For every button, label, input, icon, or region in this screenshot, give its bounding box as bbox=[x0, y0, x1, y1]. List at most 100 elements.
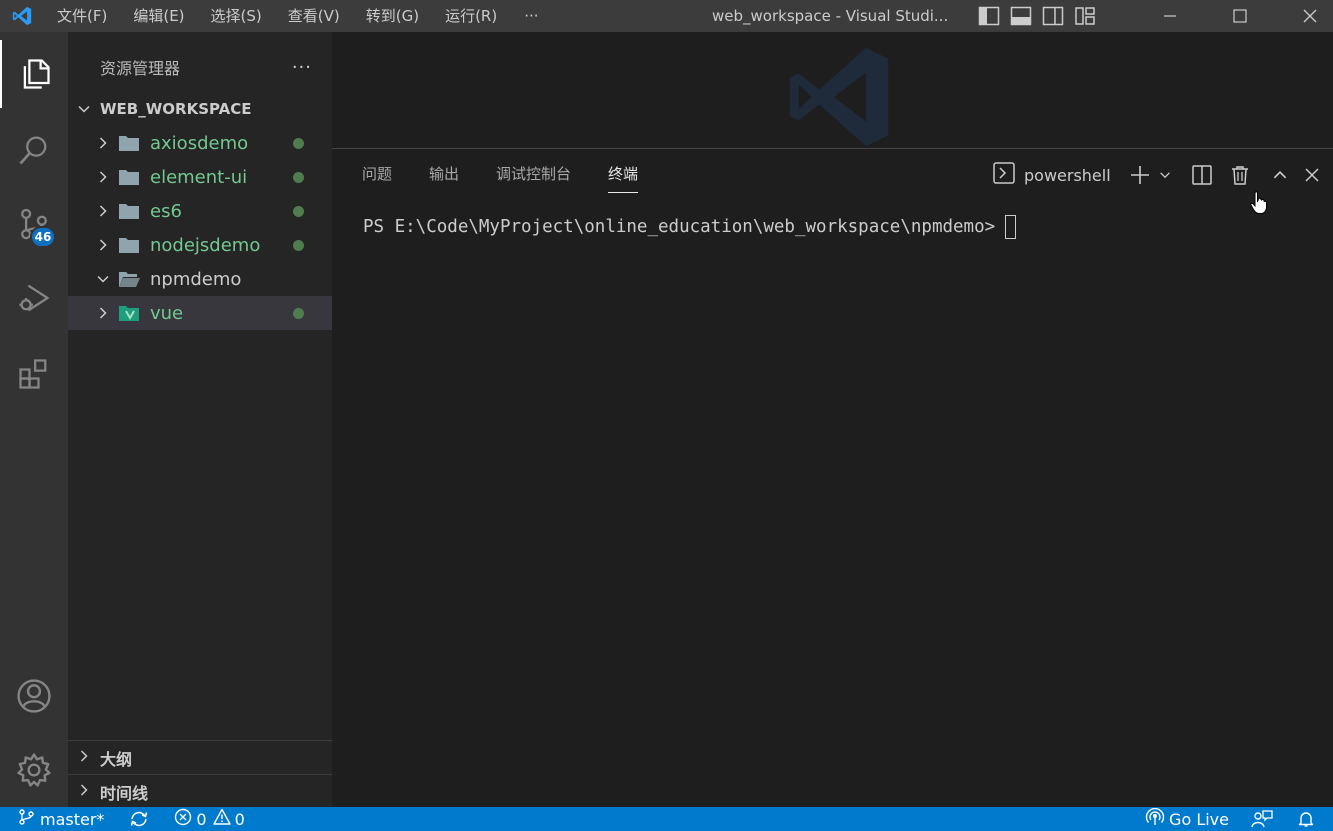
chevron-right-icon bbox=[88, 135, 118, 151]
workspace-section-header[interactable]: WEB_WORKSPACE bbox=[68, 100, 332, 118]
menu-go[interactable]: 转到(G) bbox=[353, 0, 432, 32]
tree-item-es6[interactable]: es6 bbox=[68, 194, 332, 228]
maximize-icon[interactable] bbox=[1217, 0, 1263, 32]
bottom-panel: 问题 输出 调试控制台 终端 powershell PS E:\Code\MyP… bbox=[332, 148, 1333, 807]
git-branch-icon bbox=[18, 808, 36, 830]
window-title: web_workspace - Visual Studi... bbox=[712, 7, 949, 25]
git-modified-dot bbox=[293, 137, 304, 149]
vscode-logo-icon bbox=[0, 0, 44, 32]
split-terminal-icon[interactable] bbox=[1187, 161, 1217, 189]
title-bar: 文件(F) 编辑(E) 选择(S) 查看(V) 转到(G) 运行(R) ··· … bbox=[0, 0, 1333, 32]
menu-run[interactable]: 运行(R) bbox=[432, 0, 510, 32]
workspace-title: WEB_WORKSPACE bbox=[100, 100, 252, 118]
chevron-right-icon bbox=[76, 748, 100, 768]
terminal-name: powershell bbox=[1024, 165, 1111, 185]
tree-item-element-ui[interactable]: element-ui bbox=[68, 160, 332, 194]
chevron-down-icon bbox=[88, 271, 118, 287]
tree-item-npmdemo[interactable]: npmdemo bbox=[68, 262, 332, 296]
chevron-right-icon bbox=[88, 237, 118, 253]
mouse-pointer-icon bbox=[1250, 191, 1268, 219]
error-icon bbox=[174, 808, 192, 830]
activity-bar: 46 bbox=[0, 32, 68, 807]
status-bar: master* 0 0 Go Live bbox=[0, 807, 1333, 831]
menu-view[interactable]: 查看(V) bbox=[275, 0, 353, 32]
tree-item-vue[interactable]: vue bbox=[68, 296, 332, 330]
layout-controls bbox=[977, 6, 1097, 26]
menu-file[interactable]: 文件(F) bbox=[44, 0, 120, 32]
tab-problems[interactable]: 问题 bbox=[362, 163, 392, 193]
tree-item-nodejsdemo[interactable]: nodejsdemo bbox=[68, 228, 332, 262]
run-debug-icon[interactable] bbox=[0, 264, 68, 332]
chevron-right-icon bbox=[76, 782, 100, 802]
tree-item-label: es6 bbox=[150, 200, 182, 222]
tree-item-axiosdemo[interactable]: axiosdemo bbox=[68, 126, 332, 160]
sync-icon[interactable] bbox=[128, 807, 150, 831]
terminal-selector[interactable]: powershell bbox=[992, 161, 1111, 189]
sidebar-header: 资源管理器 ··· bbox=[68, 32, 332, 102]
terminal-cursor bbox=[1005, 215, 1017, 239]
tab-debug-console[interactable]: 调试控制台 bbox=[496, 163, 571, 193]
explorer-icon[interactable] bbox=[0, 40, 68, 108]
account-icon[interactable] bbox=[0, 662, 68, 730]
toggle-secondary-sidebar-icon[interactable] bbox=[1041, 6, 1065, 26]
tab-output[interactable]: 输出 bbox=[429, 163, 459, 193]
chevron-down-icon bbox=[76, 101, 100, 117]
timeline-title: 时间线 bbox=[100, 783, 149, 803]
problems-status[interactable]: 0 0 bbox=[174, 807, 245, 831]
gear-icon[interactable] bbox=[0, 736, 68, 804]
go-live-label: Go Live bbox=[1169, 809, 1229, 829]
chevron-right-icon bbox=[88, 169, 118, 185]
git-modified-dot bbox=[293, 307, 304, 319]
error-count: 0 bbox=[196, 809, 207, 829]
git-branch-status[interactable]: master* bbox=[18, 807, 104, 831]
outline-section-header[interactable]: 大纲 bbox=[68, 740, 332, 774]
folder-open-icon bbox=[118, 270, 148, 288]
chevron-down-icon[interactable] bbox=[1155, 161, 1175, 189]
close-icon[interactable] bbox=[1287, 0, 1333, 32]
tab-terminal[interactable]: 终端 bbox=[608, 163, 639, 193]
minimize-icon[interactable] bbox=[1147, 0, 1193, 32]
tree-item-label: element-ui bbox=[150, 166, 248, 188]
tree-item-label: nodejsdemo bbox=[150, 234, 261, 256]
vue-folder-icon bbox=[118, 304, 148, 322]
terminal-prompt: PS E:\Code\MyProject\online_education\we… bbox=[363, 217, 996, 237]
notifications-bell-icon[interactable] bbox=[1297, 807, 1315, 831]
extensions-icon[interactable] bbox=[0, 340, 68, 408]
feedback-icon[interactable] bbox=[1251, 807, 1273, 831]
menu-edit[interactable]: 编辑(E) bbox=[120, 0, 197, 32]
tree-item-label: vue bbox=[150, 302, 184, 324]
warning-count: 0 bbox=[234, 809, 245, 829]
source-control-icon[interactable]: 46 bbox=[0, 190, 68, 258]
git-modified-dot bbox=[293, 171, 304, 183]
timeline-section-header[interactable]: 时间线 bbox=[68, 774, 332, 808]
tree-item-label: npmdemo bbox=[150, 268, 242, 290]
go-live-status[interactable]: Go Live bbox=[1145, 807, 1229, 831]
new-terminal-icon[interactable] bbox=[1125, 161, 1155, 189]
menu-more-button[interactable]: ··· bbox=[510, 7, 552, 25]
vscode-watermark-icon bbox=[780, 38, 898, 160]
editor-area bbox=[332, 32, 1333, 148]
warning-icon bbox=[212, 808, 231, 830]
terminal-icon bbox=[992, 161, 1016, 189]
close-panel-icon[interactable] bbox=[1297, 161, 1327, 189]
panel-actions: powershell bbox=[992, 161, 1327, 189]
git-modified-dot bbox=[293, 205, 304, 217]
terminal-output[interactable]: PS E:\Code\MyProject\online_education\we… bbox=[363, 215, 1017, 239]
toggle-sidebar-icon[interactable] bbox=[977, 6, 1001, 26]
broadcast-icon bbox=[1145, 807, 1165, 830]
trash-icon[interactable] bbox=[1225, 161, 1255, 189]
explorer-sidebar: 资源管理器 ··· WEB_WORKSPACE axiosdemo elemen… bbox=[68, 32, 332, 807]
search-icon[interactable] bbox=[0, 116, 68, 184]
toggle-panel-icon[interactable] bbox=[1009, 6, 1033, 26]
chevron-right-icon bbox=[88, 203, 118, 219]
window-controls bbox=[1123, 0, 1333, 32]
menu-selection[interactable]: 选择(S) bbox=[198, 0, 275, 32]
menu-bar: 文件(F) 编辑(E) 选择(S) 查看(V) 转到(G) 运行(R) ··· bbox=[44, 0, 553, 32]
sidebar-title: 资源管理器 bbox=[100, 59, 181, 78]
outline-title: 大纲 bbox=[100, 749, 133, 769]
chevron-up-icon[interactable] bbox=[1265, 161, 1295, 189]
customize-layout-icon[interactable] bbox=[1073, 6, 1097, 26]
sidebar-more-button[interactable]: ··· bbox=[292, 57, 312, 78]
file-tree: axiosdemo element-ui es6 nodejsdemo npmd… bbox=[68, 126, 332, 330]
chevron-right-icon bbox=[88, 305, 118, 321]
